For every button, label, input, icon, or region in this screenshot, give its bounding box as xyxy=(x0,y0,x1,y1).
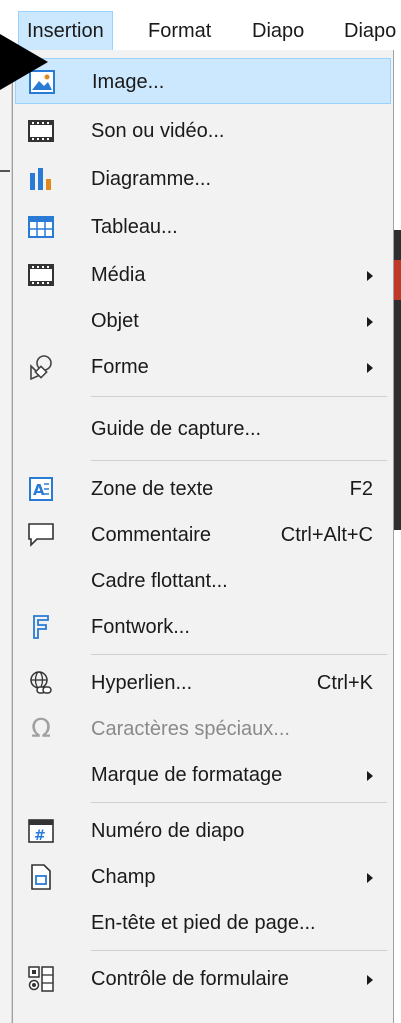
menu-item-image[interactable]: Image... xyxy=(15,58,391,104)
menu-item-controle-formulaire[interactable]: Contrôle de formulaire xyxy=(15,956,391,1002)
menu-item-label: Caractères spéciaux... xyxy=(91,718,290,740)
svg-text:#: # xyxy=(34,828,46,843)
image-icon xyxy=(28,68,56,96)
menu-item-label: Commentaire xyxy=(91,524,212,546)
shortcut-text: Ctrl+K xyxy=(316,672,373,694)
submenu-arrow-icon xyxy=(367,317,373,327)
menu-item-label: Média xyxy=(91,264,146,286)
comment-icon xyxy=(27,521,55,549)
menu-separator xyxy=(91,950,387,951)
menu-separator xyxy=(91,396,387,397)
menu-diapo[interactable]: Diapo xyxy=(252,14,304,48)
menu-item-numero-diapo[interactable]: # Numéro de diapo xyxy=(15,808,391,854)
menu-item-label: Son ou vidéo... xyxy=(91,120,225,142)
menu-item-label: Image... xyxy=(92,71,165,93)
submenu-arrow-icon xyxy=(367,771,373,781)
menu-bar: Insertion Format Diapo Diapo xyxy=(0,0,401,50)
menu-item-entete-pied[interactable]: En-tête et pied de page... xyxy=(15,900,391,946)
menu-item-label: Zone de texte xyxy=(91,478,214,500)
svg-text:A: A xyxy=(33,481,45,499)
hyperlink-icon xyxy=(27,669,55,697)
menu-item-marque-formatage[interactable]: Marque de formatage xyxy=(15,752,391,798)
menu-item-label: Tableau... xyxy=(91,216,178,238)
menu-insertion[interactable]: Insertion xyxy=(18,11,113,50)
film-icon xyxy=(27,261,55,289)
menu-item-tableau[interactable]: Tableau... xyxy=(15,204,391,250)
slide-number-icon: # xyxy=(27,817,55,845)
menu-item-forme[interactable]: Forme xyxy=(15,344,391,390)
menu-item-label: Contrôle de formulaire xyxy=(91,968,289,990)
menu-diaporama[interactable]: Diapo xyxy=(344,14,396,48)
menu-item-label: Numéro de diapo xyxy=(91,820,245,842)
menu-item-caracteres-speciaux[interactable]: Ω Caractères spéciaux... xyxy=(15,706,391,752)
menu-format[interactable]: Format xyxy=(148,14,211,48)
menu-item-champ[interactable]: Champ xyxy=(15,854,391,900)
shortcut-text: F2 xyxy=(349,478,373,500)
omega-icon: Ω xyxy=(31,714,51,744)
menu-item-fontwork[interactable]: Fontwork... xyxy=(15,604,391,650)
menu-item-label: Hyperlien... xyxy=(91,672,193,694)
menu-separator xyxy=(91,802,387,803)
insertion-dropdown-menu: Image... Son ou vidéo... Diagramme... Ta… xyxy=(12,50,394,1023)
film-icon xyxy=(27,117,55,145)
menu-item-guide-capture[interactable]: Guide de capture... xyxy=(15,406,391,452)
chart-icon xyxy=(27,165,55,193)
menu-item-commentaire[interactable]: Commentaire Ctrl+Alt+C xyxy=(15,512,391,558)
menu-item-zone-texte[interactable]: A Zone de texte F2 xyxy=(15,466,391,512)
shapes-icon xyxy=(27,353,55,381)
menu-separator xyxy=(91,460,387,461)
menu-item-hyperlien[interactable]: Hyperlien... Ctrl+K xyxy=(15,660,391,706)
submenu-arrow-icon xyxy=(367,975,373,985)
submenu-arrow-icon xyxy=(367,363,373,373)
document-edge xyxy=(394,50,401,1023)
shortcut-text: Ctrl+Alt+C xyxy=(280,524,373,546)
menu-item-label: Objet xyxy=(91,310,139,332)
submenu-arrow-icon xyxy=(367,271,373,281)
field-icon xyxy=(27,863,55,891)
text-box-icon: A xyxy=(27,475,55,503)
menu-item-media[interactable]: Média xyxy=(15,252,391,298)
menu-item-label: En-tête et pied de page... xyxy=(91,912,316,934)
menu-item-label: Cadre flottant... xyxy=(91,570,228,592)
form-control-icon xyxy=(27,965,55,993)
menu-item-label: Marque de formatage xyxy=(91,764,283,786)
menu-item-label: Forme xyxy=(91,356,149,378)
table-icon xyxy=(27,213,55,241)
fontwork-icon xyxy=(27,613,55,641)
menu-item-label: Guide de capture... xyxy=(91,418,262,440)
editor-ruler-strip xyxy=(0,50,12,1023)
menu-item-diagramme[interactable]: Diagramme... xyxy=(15,156,391,202)
menu-item-label: Diagramme... xyxy=(91,168,212,190)
menu-item-cadre-flottant[interactable]: Cadre flottant... xyxy=(15,558,391,604)
menu-item-objet[interactable]: Objet xyxy=(15,298,391,344)
menu-item-label: Fontwork... xyxy=(91,616,190,638)
menu-item-son-video[interactable]: Son ou vidéo... xyxy=(15,108,391,154)
menu-separator xyxy=(91,654,387,655)
submenu-arrow-icon xyxy=(367,873,373,883)
menu-item-label: Champ xyxy=(91,866,156,888)
